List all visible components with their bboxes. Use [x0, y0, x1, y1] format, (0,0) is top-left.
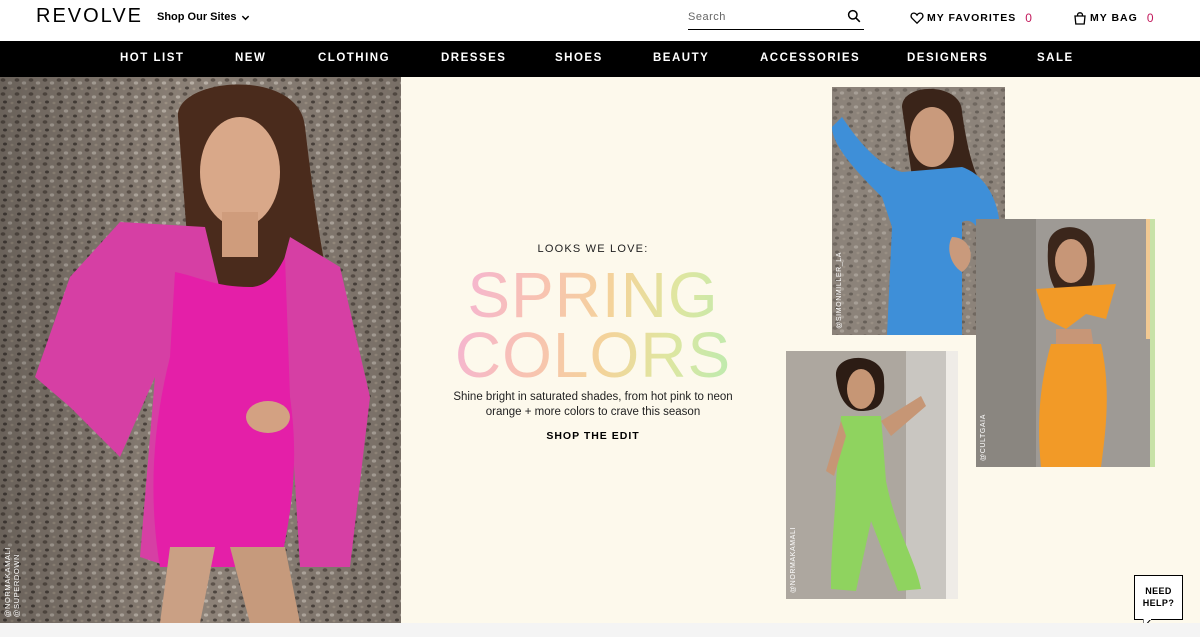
nav-item-designers[interactable]: DESIGNERS [907, 52, 988, 64]
my-favorites-link[interactable]: MY FAVORITES 0 [910, 11, 1033, 25]
hero-headline-line-2: COLORS [454, 319, 732, 391]
hero-photo-illustration [0, 77, 401, 623]
main-navigation: HOT LIST NEW CLOTHING DRESSES SHOES BEAU… [0, 41, 1200, 77]
nav-item-dresses[interactable]: DRESSES [441, 52, 506, 64]
page-bottom-edge [0, 623, 1200, 637]
photo-credit-normakamali[interactable]: @NORMAKAMALI [3, 547, 12, 617]
nav-item-clothing[interactable]: CLOTHING [318, 52, 390, 64]
shop-the-edit-button[interactable]: SHOP THE EDIT [447, 430, 739, 442]
orange-look-illustration [976, 219, 1155, 467]
need-help-button[interactable]: NEED HELP? [1134, 575, 1183, 620]
nav-item-new[interactable]: NEW [235, 52, 266, 64]
nav-item-beauty[interactable]: BEAUTY [653, 52, 709, 64]
hero-panel: LOOKS WE LOVE: SPRING COLORS Shine brigh… [401, 77, 1200, 623]
need-help-line-2: HELP? [1142, 598, 1175, 608]
bag-count: 0 [1146, 11, 1155, 25]
heart-icon [910, 12, 924, 25]
chevron-down-icon [242, 15, 250, 20]
hero-description: Shine bright in saturated shades, from h… [453, 391, 733, 418]
bag-icon [1074, 12, 1086, 25]
search-box [688, 6, 864, 30]
nav-item-shoes[interactable]: SHOES [555, 52, 603, 64]
photo-credit-normakamali-2[interactable]: @NORMAKAMALI [790, 527, 797, 593]
my-bag-label: MY BAG [1090, 12, 1138, 24]
revolve-logo[interactable]: REVOLVE [36, 5, 143, 28]
hero-image-pink-look[interactable]: @NORMAKAMALI @SUPERDOWN [0, 77, 401, 623]
hero-headline[interactable]: SPRING COLORS [447, 265, 739, 385]
shop-our-sites-dropdown[interactable]: Shop Our Sites [157, 11, 250, 23]
header: REVOLVE Shop Our Sites MY FAVORITES 0 MY… [0, 0, 1200, 41]
search-input[interactable] [688, 6, 838, 28]
my-bag-link[interactable]: MY BAG 0 [1073, 11, 1155, 25]
photo-orange-look[interactable]: @CULTGAIA [976, 219, 1155, 467]
photo-credit-cultgaia[interactable]: @CULTGAIA [980, 414, 987, 461]
nav-item-hot-list[interactable]: HOT LIST [120, 52, 184, 64]
photo-green-jumpsuit[interactable]: @NORMAKAMALI [786, 351, 958, 599]
hero-eyebrow: LOOKS WE LOVE: [537, 243, 649, 255]
need-help-line-1: NEED [1145, 586, 1172, 596]
nav-item-accessories[interactable]: ACCESSORIES [760, 52, 860, 64]
favorites-count: 0 [1025, 11, 1033, 25]
photo-credit-superdown[interactable]: @SUPERDOWN [12, 554, 21, 617]
my-favorites-label: MY FAVORITES [927, 12, 1017, 24]
photo-credit-simonmiller[interactable]: @SIMONMILLER_LA [836, 252, 843, 329]
green-jumpsuit-illustration [786, 351, 958, 599]
shop-our-sites-label: Shop Our Sites [157, 11, 237, 23]
search-icon[interactable] [847, 9, 861, 23]
nav-item-sale[interactable]: SALE [1037, 52, 1074, 64]
hero-headline-line-1: SPRING [467, 259, 719, 331]
